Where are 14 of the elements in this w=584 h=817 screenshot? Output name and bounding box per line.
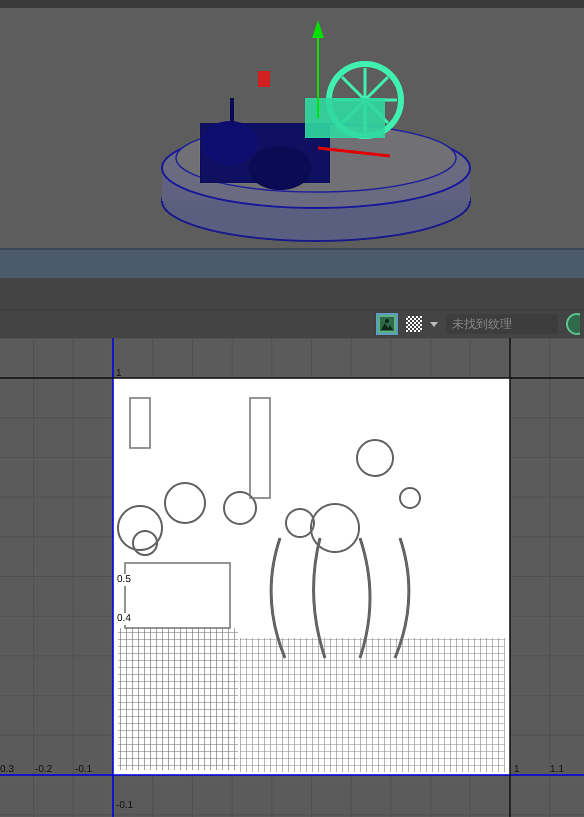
axis-label: 0.3 [0,765,14,775]
image-display-toggle[interactable] [376,313,398,335]
axis-label: 1 [514,765,520,775]
texture-field[interactable]: 未找到纹理 [446,314,558,334]
caret-icon[interactable] [430,322,438,326]
axis-label: 0.5 [116,574,132,586]
checker-icon[interactable] [406,316,422,332]
axis-label: 1.1 [550,765,564,775]
axis-label: -0.1 [75,765,92,775]
axis-label: -0.2 [35,765,52,775]
color-management-icon[interactable] [566,313,580,335]
axis-label: -0.1 [116,801,134,811]
axis-label: 1 [116,369,122,379]
axis-label: 0.4 [116,613,132,626]
